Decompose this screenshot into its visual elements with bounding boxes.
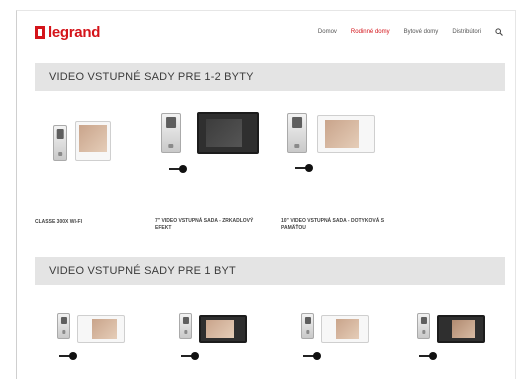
monitor-image [317, 115, 375, 153]
nav-item-domov[interactable]: Domov [318, 29, 337, 35]
door-panel-image [53, 125, 67, 161]
section-title: VIDEO VSTUPNÉ SADY PRE 1 BYT [49, 265, 236, 277]
product-card-7in-zrkadlovy[interactable]: 7" VIDEO VSTUPNÁ SADA - ZRKADLOVÝ EFEKT [155, 107, 275, 237]
monitor-image [197, 112, 259, 154]
product-card[interactable] [297, 307, 387, 377]
nav-item-bytove-domy[interactable]: Bytové domy [404, 29, 439, 35]
door-panel-image [161, 113, 181, 153]
product-card[interactable] [413, 307, 503, 377]
section-title: VIDEO VSTUPNÉ SADY PRE 1-2 BYTY [49, 71, 254, 83]
door-panel-image [417, 313, 430, 339]
door-panel-image [301, 313, 314, 339]
search-icon[interactable] [495, 28, 503, 36]
keyfob-icon [59, 352, 81, 360]
door-panel-image [179, 313, 192, 339]
product-caption: 10" VIDEO VSTUPNÁ SADA - DOTYKOVÁ S PAMÄ… [281, 218, 385, 231]
legrand-logo[interactable]: legrand [35, 24, 100, 41]
keyfob-icon [419, 352, 441, 360]
logo-mark-icon [35, 26, 45, 39]
main-nav: Domov Rodinné domy Bytové domy Distribút… [304, 28, 503, 36]
keyfob-icon [303, 352, 325, 360]
browser-viewport: legrand Domov Rodinné domy Bytové domy D… [16, 10, 516, 379]
product-card-10in-dotykova[interactable]: 10" VIDEO VSTUPNÁ SADA - DOTYKOVÁ S PAMÄ… [281, 107, 401, 237]
product-card[interactable] [175, 307, 265, 377]
monitor-image [321, 315, 369, 343]
nav-item-distributori[interactable]: Distribútori [452, 29, 481, 35]
product-card-classe-300x[interactable]: CLASSE 300X WI-FI [35, 107, 145, 227]
door-panel-image [287, 113, 307, 153]
keyfob-icon [295, 164, 317, 172]
product-caption: CLASSE 300X WI-FI [35, 219, 82, 225]
site-header: legrand Domov Rodinné domy Bytové domy D… [17, 11, 515, 55]
product-card[interactable] [53, 307, 143, 377]
monitor-image [77, 315, 125, 343]
keyfob-icon [181, 352, 203, 360]
section-header-1-2-byty: VIDEO VSTUPNÉ SADY PRE 1-2 BYTY [35, 63, 505, 91]
door-panel-image [57, 313, 70, 339]
monitor-image [437, 315, 485, 343]
product-caption: 7" VIDEO VSTUPNÁ SADA - ZRKADLOVÝ EFEKT [155, 218, 254, 231]
logo-text: legrand [48, 24, 101, 41]
monitor-image [199, 315, 247, 343]
monitor-image [75, 121, 111, 161]
keyfob-icon [169, 165, 191, 173]
section-header-1-byt: VIDEO VSTUPNÉ SADY PRE 1 BYT [35, 257, 505, 285]
nav-item-rodinne-domy[interactable]: Rodinné domy [351, 29, 390, 35]
